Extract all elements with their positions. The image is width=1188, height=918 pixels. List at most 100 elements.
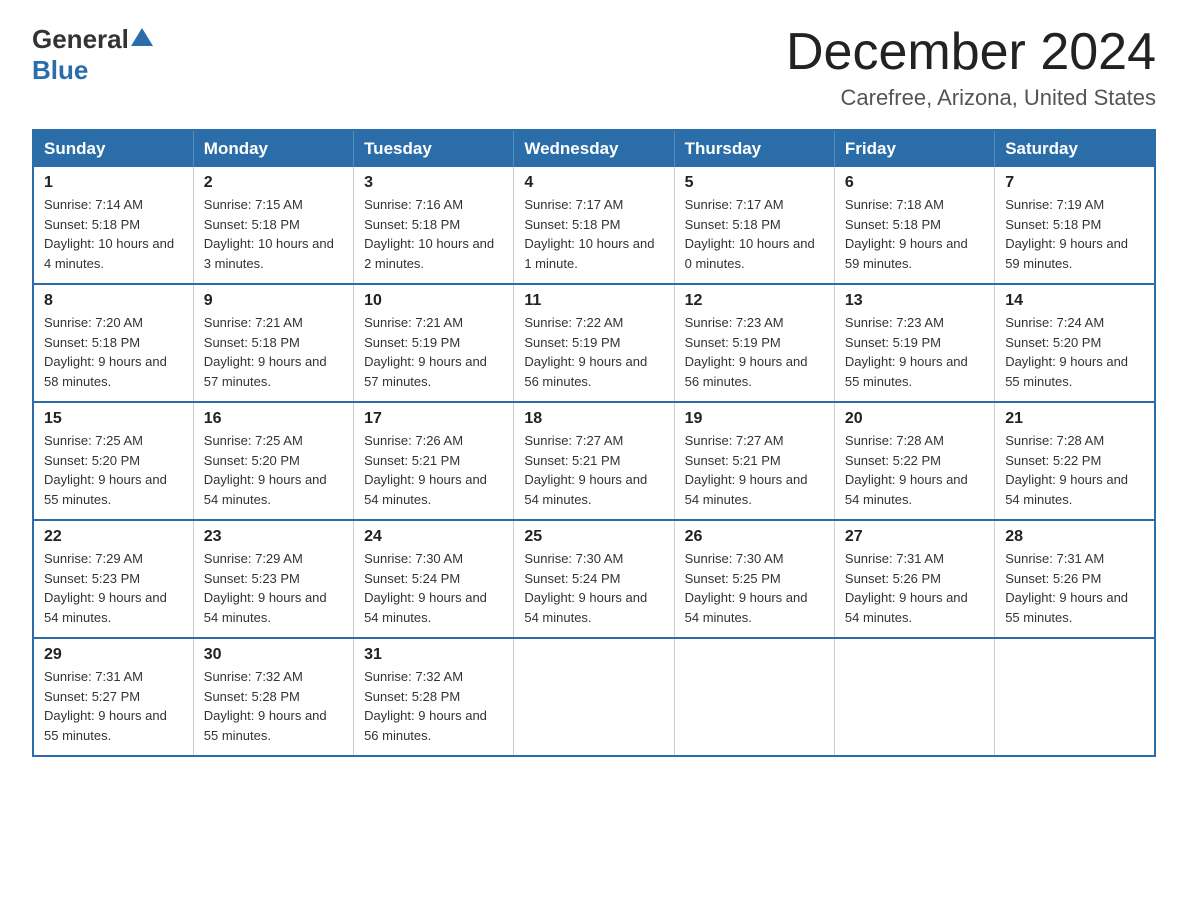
day-number: 4 [524,174,663,192]
day-info: Sunrise: 7:31 AMSunset: 5:26 PMDaylight:… [845,551,968,625]
calendar-table: SundayMondayTuesdayWednesdayThursdayFrid… [32,129,1156,757]
day-info: Sunrise: 7:30 AMSunset: 5:24 PMDaylight:… [524,551,647,625]
day-number: 18 [524,410,663,428]
day-number: 6 [845,174,984,192]
day-number: 16 [204,410,343,428]
page-header: General Blue December 2024 Carefree, Ari… [32,24,1156,111]
day-info: Sunrise: 7:28 AMSunset: 5:22 PMDaylight:… [845,433,968,507]
page-subtitle: Carefree, Arizona, United States [786,85,1156,111]
day-info: Sunrise: 7:31 AMSunset: 5:26 PMDaylight:… [1005,551,1128,625]
day-info: Sunrise: 7:17 AMSunset: 5:18 PMDaylight:… [685,197,815,271]
page-title: December 2024 [786,24,1156,81]
calendar-day-cell: 9 Sunrise: 7:21 AMSunset: 5:18 PMDayligh… [193,284,353,402]
day-info: Sunrise: 7:25 AMSunset: 5:20 PMDaylight:… [204,433,327,507]
calendar-day-cell: 8 Sunrise: 7:20 AMSunset: 5:18 PMDayligh… [33,284,193,402]
day-info: Sunrise: 7:26 AMSunset: 5:21 PMDaylight:… [364,433,487,507]
day-number: 14 [1005,292,1144,310]
calendar-day-cell: 28 Sunrise: 7:31 AMSunset: 5:26 PMDaylig… [995,520,1155,638]
calendar-day-cell: 1 Sunrise: 7:14 AMSunset: 5:18 PMDayligh… [33,167,193,284]
empty-day-cell [995,638,1155,756]
day-number: 3 [364,174,503,192]
day-number: 27 [845,528,984,546]
day-info: Sunrise: 7:21 AMSunset: 5:19 PMDaylight:… [364,315,487,389]
day-info: Sunrise: 7:14 AMSunset: 5:18 PMDaylight:… [44,197,174,271]
weekday-header-friday: Friday [834,130,994,167]
calendar-day-cell: 4 Sunrise: 7:17 AMSunset: 5:18 PMDayligh… [514,167,674,284]
weekday-header-sunday: Sunday [33,130,193,167]
calendar-day-cell: 16 Sunrise: 7:25 AMSunset: 5:20 PMDaylig… [193,402,353,520]
calendar-day-cell: 25 Sunrise: 7:30 AMSunset: 5:24 PMDaylig… [514,520,674,638]
calendar-day-cell: 3 Sunrise: 7:16 AMSunset: 5:18 PMDayligh… [354,167,514,284]
day-number: 29 [44,646,183,664]
day-number: 23 [204,528,343,546]
day-number: 8 [44,292,183,310]
day-number: 22 [44,528,183,546]
day-number: 11 [524,292,663,310]
calendar-week-row: 8 Sunrise: 7:20 AMSunset: 5:18 PMDayligh… [33,284,1155,402]
day-info: Sunrise: 7:20 AMSunset: 5:18 PMDaylight:… [44,315,167,389]
logo-icon [131,26,153,48]
day-number: 1 [44,174,183,192]
logo: General Blue [32,24,153,86]
day-number: 21 [1005,410,1144,428]
day-info: Sunrise: 7:29 AMSunset: 5:23 PMDaylight:… [204,551,327,625]
day-number: 15 [44,410,183,428]
calendar-day-cell: 11 Sunrise: 7:22 AMSunset: 5:19 PMDaylig… [514,284,674,402]
calendar-day-cell: 2 Sunrise: 7:15 AMSunset: 5:18 PMDayligh… [193,167,353,284]
calendar-day-cell: 22 Sunrise: 7:29 AMSunset: 5:23 PMDaylig… [33,520,193,638]
calendar-day-cell: 12 Sunrise: 7:23 AMSunset: 5:19 PMDaylig… [674,284,834,402]
day-info: Sunrise: 7:22 AMSunset: 5:19 PMDaylight:… [524,315,647,389]
calendar-day-cell: 15 Sunrise: 7:25 AMSunset: 5:20 PMDaylig… [33,402,193,520]
day-number: 31 [364,646,503,664]
calendar-week-row: 22 Sunrise: 7:29 AMSunset: 5:23 PMDaylig… [33,520,1155,638]
calendar-day-cell: 31 Sunrise: 7:32 AMSunset: 5:28 PMDaylig… [354,638,514,756]
day-number: 30 [204,646,343,664]
calendar-day-cell: 5 Sunrise: 7:17 AMSunset: 5:18 PMDayligh… [674,167,834,284]
day-number: 13 [845,292,984,310]
day-number: 24 [364,528,503,546]
day-info: Sunrise: 7:32 AMSunset: 5:28 PMDaylight:… [204,669,327,743]
weekday-header-wednesday: Wednesday [514,130,674,167]
weekday-header-row: SundayMondayTuesdayWednesdayThursdayFrid… [33,130,1155,167]
day-info: Sunrise: 7:27 AMSunset: 5:21 PMDaylight:… [524,433,647,507]
calendar-day-cell: 19 Sunrise: 7:27 AMSunset: 5:21 PMDaylig… [674,402,834,520]
calendar-week-row: 15 Sunrise: 7:25 AMSunset: 5:20 PMDaylig… [33,402,1155,520]
calendar-day-cell: 10 Sunrise: 7:21 AMSunset: 5:19 PMDaylig… [354,284,514,402]
day-info: Sunrise: 7:21 AMSunset: 5:18 PMDaylight:… [204,315,327,389]
calendar-day-cell: 14 Sunrise: 7:24 AMSunset: 5:20 PMDaylig… [995,284,1155,402]
day-number: 25 [524,528,663,546]
day-info: Sunrise: 7:15 AMSunset: 5:18 PMDaylight:… [204,197,334,271]
calendar-day-cell: 27 Sunrise: 7:31 AMSunset: 5:26 PMDaylig… [834,520,994,638]
day-number: 20 [845,410,984,428]
calendar-day-cell: 20 Sunrise: 7:28 AMSunset: 5:22 PMDaylig… [834,402,994,520]
empty-day-cell [834,638,994,756]
calendar-day-cell: 26 Sunrise: 7:30 AMSunset: 5:25 PMDaylig… [674,520,834,638]
day-number: 2 [204,174,343,192]
day-number: 10 [364,292,503,310]
day-info: Sunrise: 7:18 AMSunset: 5:18 PMDaylight:… [845,197,968,271]
day-info: Sunrise: 7:27 AMSunset: 5:21 PMDaylight:… [685,433,808,507]
calendar-day-cell: 29 Sunrise: 7:31 AMSunset: 5:27 PMDaylig… [33,638,193,756]
weekday-header-tuesday: Tuesday [354,130,514,167]
weekday-header-saturday: Saturday [995,130,1155,167]
day-info: Sunrise: 7:17 AMSunset: 5:18 PMDaylight:… [524,197,654,271]
day-number: 17 [364,410,503,428]
calendar-day-cell: 21 Sunrise: 7:28 AMSunset: 5:22 PMDaylig… [995,402,1155,520]
title-area: December 2024 Carefree, Arizona, United … [786,24,1156,111]
calendar-day-cell: 18 Sunrise: 7:27 AMSunset: 5:21 PMDaylig… [514,402,674,520]
day-number: 28 [1005,528,1144,546]
day-info: Sunrise: 7:29 AMSunset: 5:23 PMDaylight:… [44,551,167,625]
day-info: Sunrise: 7:24 AMSunset: 5:20 PMDaylight:… [1005,315,1128,389]
empty-day-cell [674,638,834,756]
calendar-day-cell: 7 Sunrise: 7:19 AMSunset: 5:18 PMDayligh… [995,167,1155,284]
day-number: 9 [204,292,343,310]
day-info: Sunrise: 7:16 AMSunset: 5:18 PMDaylight:… [364,197,494,271]
day-info: Sunrise: 7:25 AMSunset: 5:20 PMDaylight:… [44,433,167,507]
day-info: Sunrise: 7:30 AMSunset: 5:24 PMDaylight:… [364,551,487,625]
logo-general-text: General [32,24,129,55]
day-number: 5 [685,174,824,192]
calendar-day-cell: 24 Sunrise: 7:30 AMSunset: 5:24 PMDaylig… [354,520,514,638]
day-number: 26 [685,528,824,546]
calendar-day-cell: 30 Sunrise: 7:32 AMSunset: 5:28 PMDaylig… [193,638,353,756]
day-info: Sunrise: 7:23 AMSunset: 5:19 PMDaylight:… [685,315,808,389]
